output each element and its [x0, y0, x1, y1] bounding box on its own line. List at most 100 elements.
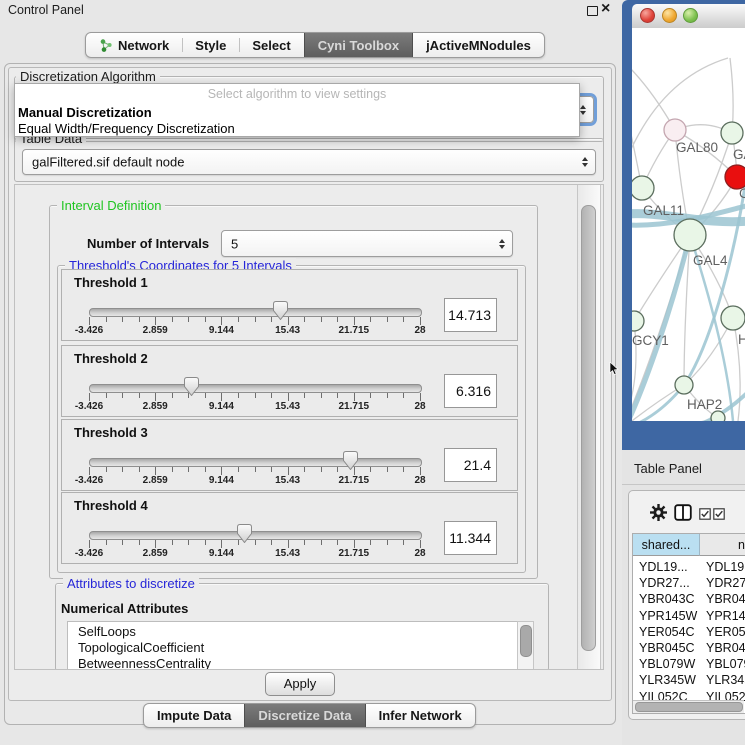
bottom-tab-label: Discretize Data: [258, 708, 351, 723]
close-icon[interactable]: ×: [601, 0, 610, 18]
tab-select[interactable]: Select: [239, 33, 303, 57]
column-header-name[interactable]: name: [700, 534, 745, 556]
slider-tick: [155, 317, 156, 325]
float-window-icon[interactable]: [587, 6, 598, 16]
table-cell-shared-name[interactable]: YBR043C: [639, 592, 699, 608]
slider-scale-label: 21.715: [339, 325, 370, 336]
slider-tick: [139, 467, 140, 472]
table-cell-shared-name[interactable]: YBL079W: [639, 657, 699, 673]
network-node-label: GAL4: [693, 253, 728, 268]
slider-tick: [337, 317, 338, 322]
table-cell-name[interactable]: YER054C: [706, 625, 745, 641]
slider-tick: [387, 317, 388, 322]
slider-track[interactable]: [89, 458, 422, 467]
control-panel-title: Control Panel: [8, 3, 84, 17]
table-cell-shared-name[interactable]: YDR27...: [639, 576, 699, 592]
slider-tick: [420, 393, 421, 401]
tab-label: Style: [195, 38, 226, 53]
slider-scale-label: 28: [414, 325, 425, 336]
panel-scrollbar-thumb[interactable]: [581, 205, 596, 651]
split-pane-icon[interactable]: [674, 504, 692, 526]
number-of-intervals-combobox[interactable]: 5: [221, 230, 513, 257]
attribute-list-item[interactable]: SelfLoops: [78, 624, 136, 640]
table-cell-shared-name[interactable]: YPR145W: [639, 609, 699, 625]
checkbox-icon[interactable]: [713, 507, 725, 525]
tab-style[interactable]: Style: [182, 33, 239, 57]
slider-tick: [155, 393, 156, 401]
network-canvas[interactable]: GAL80GACGAL11GAL4GCY1HHAP2: [632, 28, 745, 421]
slider-scale-label: 28: [414, 401, 425, 412]
slider-thumb[interactable]: [343, 451, 358, 475]
bottom-tab-impute-data[interactable]: Impute Data: [144, 704, 244, 727]
apply-button[interactable]: Apply: [265, 672, 335, 696]
slider-tick: [304, 317, 305, 322]
tab-network[interactable]: Network: [86, 33, 182, 57]
attribute-list-item[interactable]: TopologicalCoefficient: [78, 640, 204, 656]
slider-tick: [321, 540, 322, 545]
table-cell-name[interactable]: YDR27...: [706, 576, 745, 592]
column-header-shared-name[interactable]: shared...: [633, 534, 700, 556]
numerical-attributes-list[interactable]: SelfLoopsTopologicalCoefficientBetweenne…: [67, 621, 519, 670]
network-node[interactable]: [632, 176, 654, 200]
table-cell-shared-name[interactable]: YBR045C: [639, 641, 699, 657]
slider-track[interactable]: [89, 308, 422, 317]
algorithm-option[interactable]: Equal Width/Frequency Discretization: [18, 121, 235, 136]
network-node[interactable]: [664, 119, 686, 141]
slider-track[interactable]: [89, 384, 422, 393]
table-cell-shared-name[interactable]: YLR345W: [639, 673, 699, 689]
slider-tick: [370, 317, 371, 322]
slider-track[interactable]: [89, 531, 422, 540]
slider-scale-label: -3.426: [75, 475, 103, 486]
network-node[interactable]: [711, 411, 725, 421]
table-cell-shared-name[interactable]: YER054C: [639, 625, 699, 641]
slider-tick: [354, 393, 355, 401]
slider-scale-label: -3.426: [75, 401, 103, 412]
bottom-tab-discretize-data[interactable]: Discretize Data: [244, 704, 365, 727]
table-cell-shared-name[interactable]: YDL19...: [639, 560, 699, 576]
table-cell-name[interactable]: YPR145W: [706, 609, 745, 625]
threshold-value-field[interactable]: 6.316: [444, 374, 497, 408]
network-node[interactable]: [674, 219, 706, 251]
network-node[interactable]: [675, 376, 693, 394]
network-node[interactable]: [721, 122, 743, 144]
network-node[interactable]: [721, 306, 745, 330]
slider-thumb[interactable]: [273, 301, 288, 325]
slider-scale-label: 28: [414, 475, 425, 486]
network-node-label: HAP2: [687, 397, 722, 412]
table-cell-name[interactable]: YBR043C: [706, 592, 745, 608]
algorithm-option[interactable]: Manual Discretization: [18, 105, 152, 120]
threshold-label: Threshold 4: [74, 498, 148, 513]
tab-cyni-toolbox[interactable]: Cyni Toolbox: [304, 33, 413, 57]
gear-icon[interactable]: [650, 504, 667, 526]
table-cell-name[interactable]: YLR345W: [706, 673, 745, 689]
slider-tick: [288, 393, 289, 401]
table-cell-name[interactable]: YBR045C: [706, 641, 745, 657]
table-panel-divider: [622, 484, 745, 485]
node-attribute-table[interactable]: shared... name YDL19...YDL19...YDR27...Y…: [632, 533, 745, 714]
slider-thumb[interactable]: [237, 524, 252, 548]
table-data-combobox[interactable]: galFiltered.sif default node: [22, 149, 596, 175]
attributes-scrollbar-thumb[interactable]: [520, 625, 532, 657]
slider-tick: [337, 467, 338, 472]
interval-definition-title: Interval Definition: [57, 198, 165, 213]
bottom-tab-infer-network[interactable]: Infer Network: [366, 704, 475, 727]
slider-scale-label: -3.426: [75, 548, 103, 559]
table-cell-name[interactable]: YBL079W: [706, 657, 745, 673]
slider-tick: [370, 467, 371, 472]
network-node[interactable]: [632, 311, 644, 331]
slider-tick: [255, 540, 256, 545]
mac-close-icon[interactable]: [640, 8, 655, 23]
threshold-value-field[interactable]: 11.344: [444, 521, 497, 555]
table-hscrollbar-thumb[interactable]: [635, 702, 743, 712]
slider-tick: [122, 540, 123, 545]
mac-minimize-icon[interactable]: [662, 8, 677, 23]
attribute-list-item[interactable]: BetweennessCentrality: [78, 656, 211, 670]
tab-jactivemnodules[interactable]: jActiveMNodules: [413, 33, 544, 57]
slider-thumb[interactable]: [184, 377, 199, 401]
checkbox-icon[interactable]: [699, 507, 711, 525]
threshold-value-field[interactable]: 21.4: [444, 448, 497, 482]
mac-zoom-icon[interactable]: [683, 8, 698, 23]
threshold-value-field[interactable]: 14.713: [444, 298, 497, 332]
table-cell-name[interactable]: YDL19...: [706, 560, 745, 576]
slider-tick: [205, 540, 206, 545]
